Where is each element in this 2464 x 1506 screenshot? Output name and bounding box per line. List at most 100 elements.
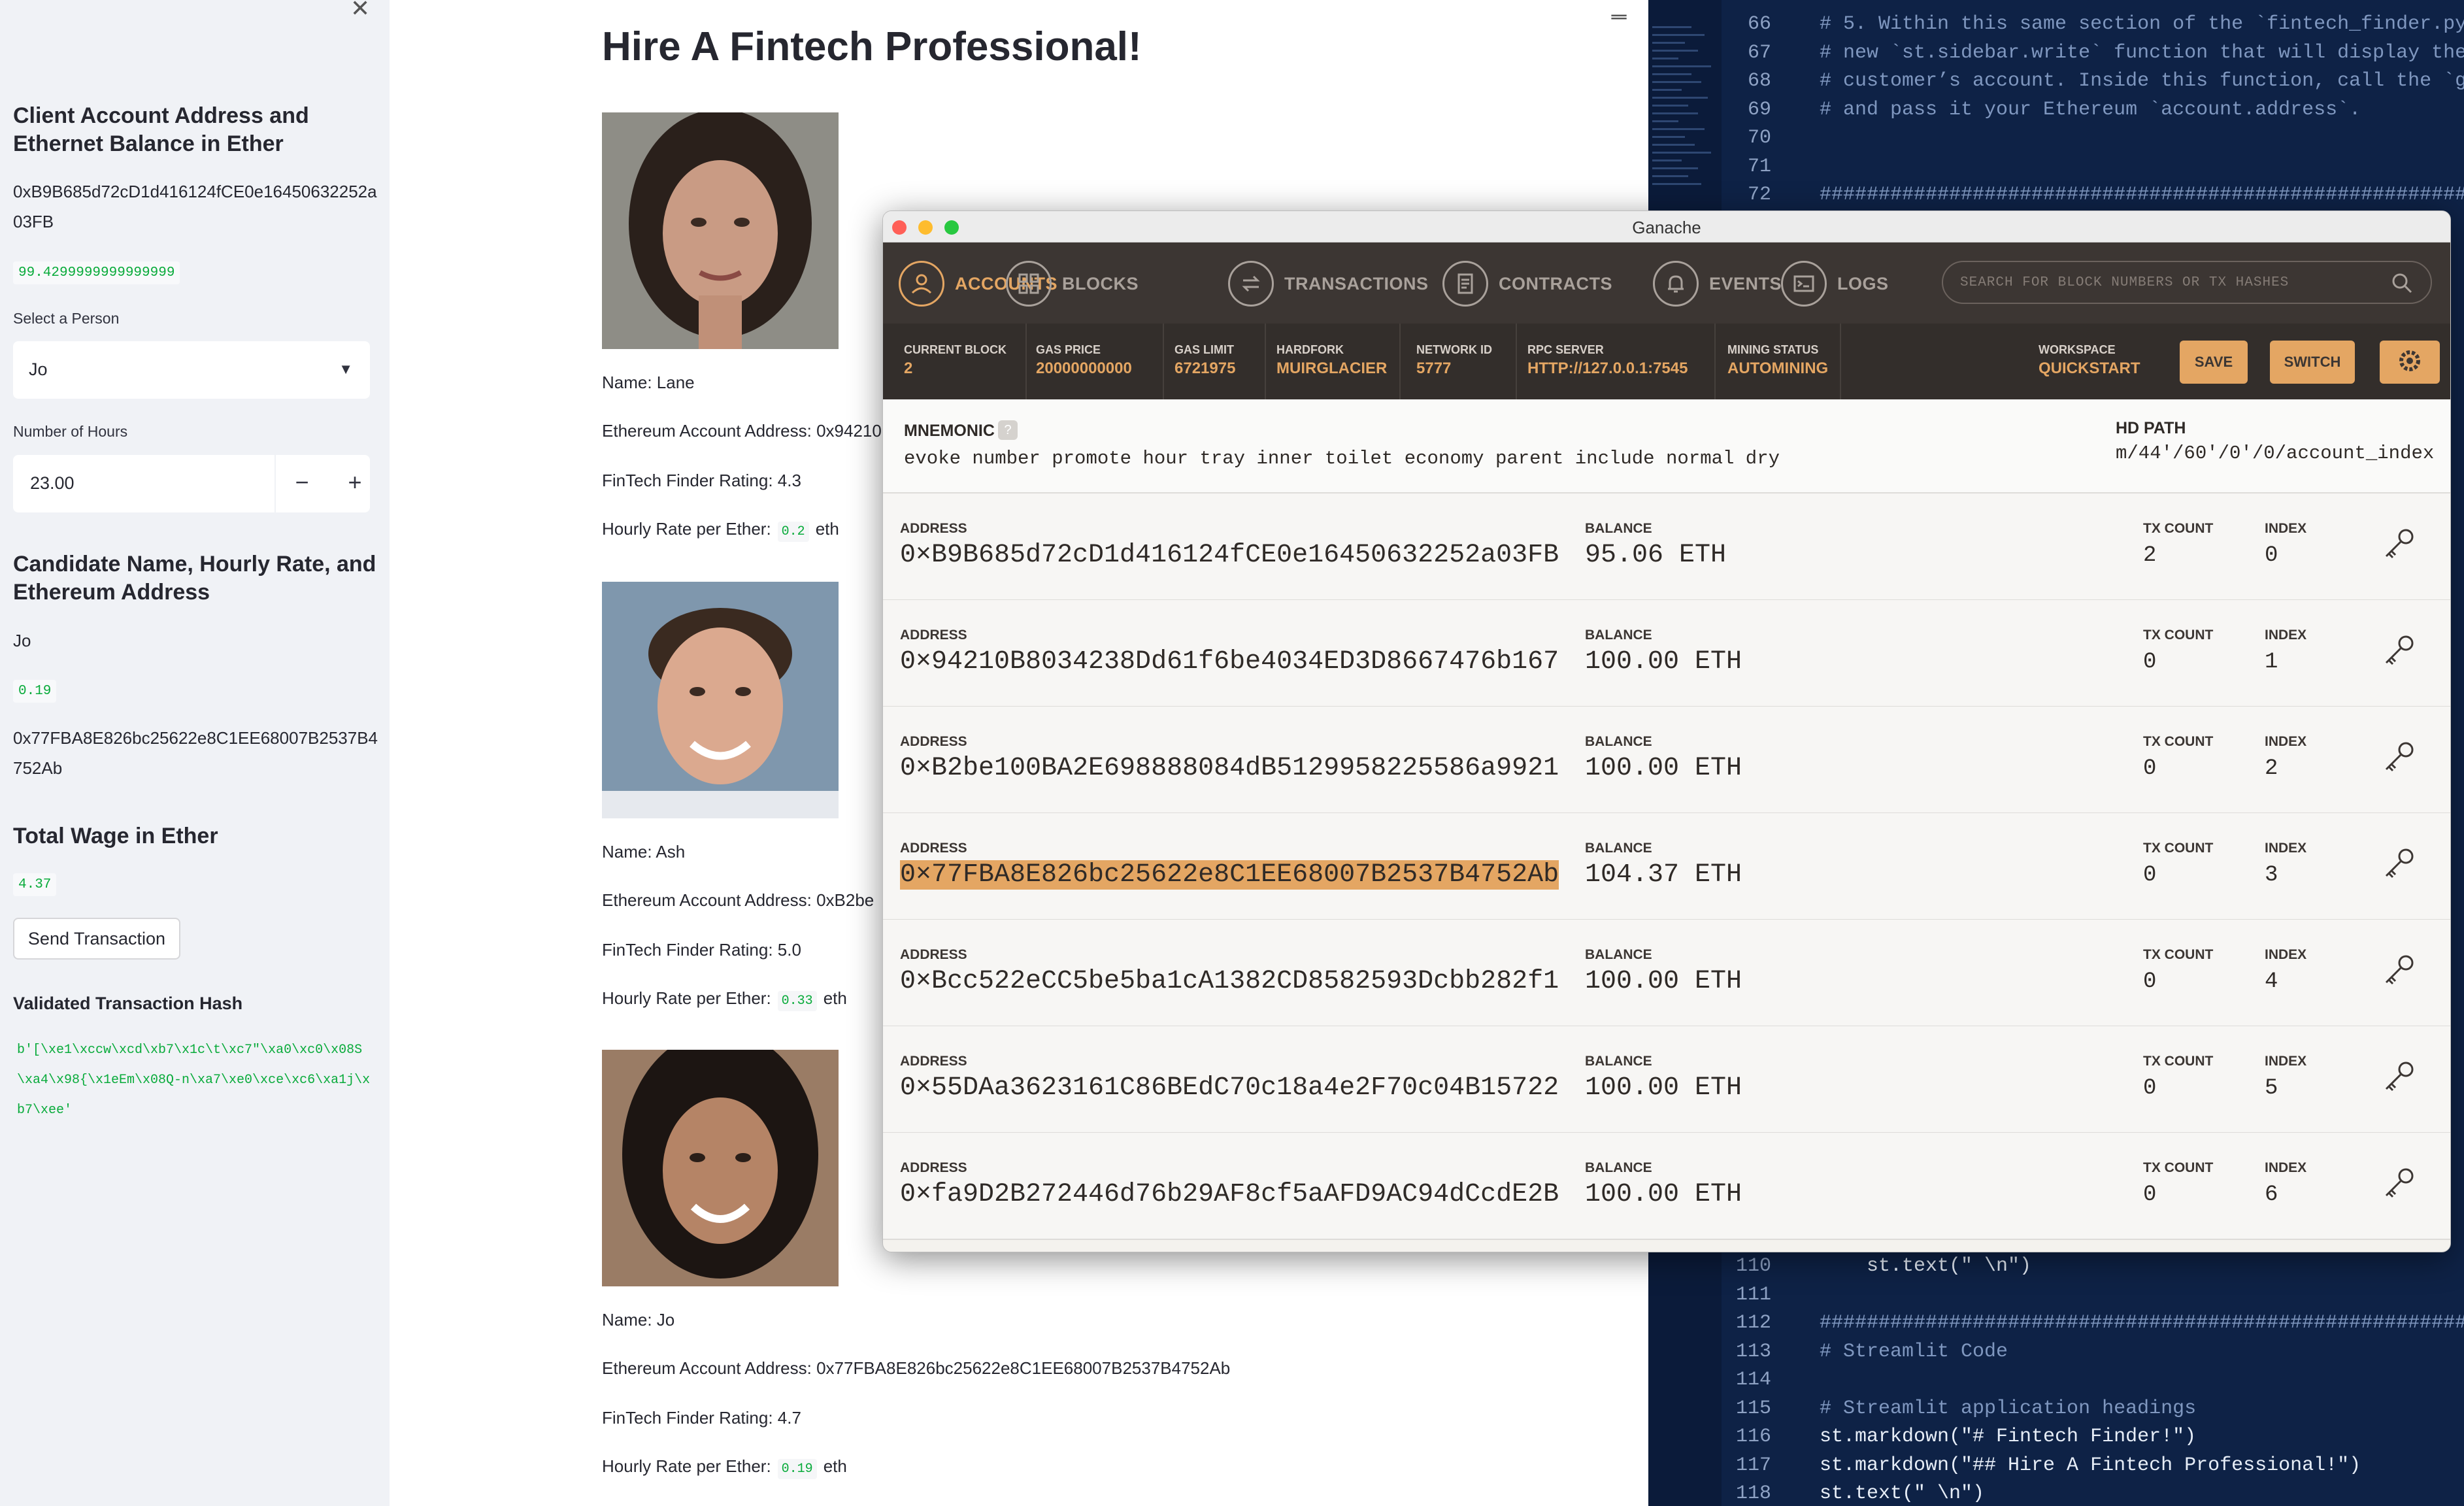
account-tx-count: 0 — [2143, 969, 2157, 994]
tx-count-label: TX COUNT — [2143, 734, 2214, 749]
candidate-rate-row-jo: Hourly Rate per Ether: 0.19 eth — [602, 1456, 847, 1479]
client-address: 0xB9B685d72cD1d416124fCE0e16450632252a03… — [13, 182, 377, 231]
rate-unit: eth — [823, 988, 847, 1008]
key-icon[interactable] — [2380, 739, 2416, 779]
candidate-name-jo: Name: Jo — [602, 1310, 675, 1330]
blocks-icon — [1006, 261, 1052, 307]
line-number: 70 — [1747, 127, 1771, 149]
code-line[interactable]: ########################################… — [1820, 184, 2464, 206]
candidate-rate-row-ash: Hourly Rate per Ether: 0.33 eth — [602, 988, 847, 1011]
search-icon[interactable] — [2389, 270, 2415, 299]
account-address[interactable]: 0×B2be100BA2E698888084dB5129958225586a99… — [900, 754, 1559, 783]
tab-logs[interactable]: LOGS — [1781, 261, 1889, 307]
logs-icon — [1781, 261, 1827, 307]
account-row[interactable]: ADDRESS 0×fa9D2B272446d76b29AF8cf5aAFD9AC… — [883, 1133, 2450, 1240]
stat-value: 5777 — [1416, 360, 1452, 377]
account-index: 1 — [2265, 650, 2278, 675]
key-icon[interactable] — [2380, 1165, 2416, 1205]
account-address[interactable]: 0×55DAa3623161C86BEdC70c18a4e2F70c04B157… — [900, 1073, 1559, 1103]
code-line[interactable]: st.text(" \n") — [1820, 1255, 2031, 1277]
select-label: Select a Person — [13, 310, 120, 327]
mnemonic-label: MNEMONIC — [904, 422, 995, 440]
account-row[interactable]: ADDRESS 0×55DAa3623161C86BEdC70c18a4e2F70… — [883, 1026, 2450, 1133]
account-balance: 100.00 ETH — [1585, 967, 1742, 996]
account-row[interactable]: ADDRESS 0×Bcc522eCC5be5ba1cA1382CD8582593… — [883, 920, 2450, 1027]
balance-label: BALANCE — [1585, 1160, 1652, 1175]
save-button[interactable]: SAVE — [2180, 341, 2248, 384]
account-row[interactable]: ADDRESS 0×B9B685d72cD1d416124fCE0e1645063… — [883, 494, 2450, 601]
settings-button[interactable] — [2380, 341, 2440, 384]
account-address[interactable]: 0×B9B685d72cD1d416124fCE0e16450632252a03… — [900, 541, 1559, 570]
candidate-heading: Candidate Name, Hourly Rate, and Ethereu… — [13, 552, 376, 605]
send-transaction-button[interactable]: Send Transaction — [13, 918, 180, 960]
line-number: 69 — [1747, 98, 1771, 121]
balance-label: BALANCE — [1585, 841, 1652, 856]
code-line[interactable]: # Streamlit application headings — [1820, 1397, 2196, 1420]
switch-button[interactable]: SWITCH — [2270, 341, 2355, 384]
tab-transactions[interactable]: TRANSACTIONS — [1228, 261, 1429, 307]
tab-blocks[interactable]: BLOCKS — [1006, 261, 1139, 307]
candidate-photo-jo — [602, 1050, 839, 1286]
account-address[interactable]: 0×Bcc522eCC5be5ba1cA1382CD8582593Dcbb282… — [900, 967, 1559, 996]
stat-network-id: NETWORK ID 5777 — [1416, 343, 1492, 378]
key-icon[interactable] — [2380, 846, 2416, 886]
line-number: 72 — [1747, 184, 1771, 206]
person-select[interactable]: Jo ▼ — [13, 341, 370, 399]
menu-icon[interactable]: ‗ — [1612, 0, 1626, 20]
stat-current-block: CURRENT BLOCK 2 — [904, 343, 1007, 378]
key-icon[interactable] — [2380, 526, 2416, 566]
hours-input[interactable]: 23.00 − + — [13, 455, 370, 512]
key-icon[interactable] — [2380, 1059, 2416, 1099]
line-number: 114 — [1735, 1369, 1771, 1391]
candidate-rating-jo: FinTech Finder Rating: 4.7 — [602, 1408, 801, 1428]
chevron-down-icon: ▼ — [339, 361, 353, 377]
line-number: 110 — [1735, 1255, 1771, 1277]
code-line[interactable]: # new `st.sidebar.write` function that w… — [1820, 42, 2464, 64]
decrement-button[interactable]: − — [275, 455, 328, 512]
wage-heading: Total Wage in Ether — [13, 824, 218, 848]
code-line[interactable]: st.text(" \n") — [1820, 1482, 1984, 1505]
rate-label: Hourly Rate per Ether: — [602, 1456, 771, 1476]
hd-path-value: m/44'/60'/0'/0/account_index — [2116, 443, 2435, 464]
code-line[interactable]: ########################################… — [1820, 1312, 2464, 1334]
candidate-name: Jo — [13, 631, 31, 650]
hd-path-label: HD PATH — [2116, 419, 2186, 437]
account-tx-count: 0 — [2143, 650, 2157, 675]
rate-unit: eth — [815, 519, 839, 539]
stat-gas-price: GAS PRICE 20000000000 — [1036, 343, 1132, 378]
help-icon[interactable]: ? — [998, 420, 1018, 440]
stat-label: CURRENT BLOCK — [904, 343, 1007, 356]
candidate-address-jo: Ethereum Account Address: 0x77FBA8E826bc… — [602, 1358, 1231, 1378]
tab-events-label: EVENTS — [1709, 273, 1782, 293]
code-line[interactable]: # Streamlit Code — [1820, 1341, 2008, 1363]
account-address[interactable]: 0×94210B8034238Dd61f6be4034ED3D8667476b1… — [900, 647, 1559, 677]
code-line[interactable]: # customer’s account. Inside this functi… — [1820, 70, 2464, 92]
code-line[interactable]: st.markdown("## Hire A Fintech Professio… — [1820, 1454, 2361, 1477]
stat-workspace: WORKSPACE QUICKSTART — [2039, 343, 2140, 378]
code-line[interactable]: # and pass it your Ethereum `account.add… — [1820, 99, 2361, 121]
code-line[interactable]: st.markdown("# Fintech Finder!") — [1820, 1426, 2196, 1448]
account-address[interactable]: 0×fa9D2B272446d76b29AF8cf5aAFD9AC94dCcdE… — [900, 1180, 1559, 1209]
account-address[interactable]: 0×77FBA8E826bc25622e8C1EE68007B2537B4752… — [900, 860, 1559, 890]
increment-button[interactable]: + — [328, 455, 382, 512]
index-label: INDEX — [2265, 628, 2307, 643]
key-icon[interactable] — [2380, 633, 2416, 673]
mnemonic-phrase: evoke number promote hour tray inner toi… — [904, 448, 1780, 469]
account-row[interactable]: ADDRESS 0×77FBA8E826bc25622e8C1EE68007B25… — [883, 813, 2450, 920]
balance-label: BALANCE — [1585, 734, 1652, 749]
ganache-nav: ACCOUNTS BLOCKS TRANSACTIONS CONTRACTS E… — [883, 243, 2450, 324]
balance-label: BALANCE — [1585, 1054, 1652, 1069]
index-label: INDEX — [2265, 1054, 2307, 1069]
account-row[interactable]: ADDRESS 0×94210B8034238Dd61f6be4034ED3D86… — [883, 600, 2450, 707]
stat-hardfork: HARDFORK MUIRGLACIER — [1276, 343, 1387, 378]
account-row[interactable]: ADDRESS 0×B2be100BA2E698888084dB512995822… — [883, 707, 2450, 814]
code-line[interactable]: # 5. Within this same section of the `fi… — [1820, 13, 2464, 35]
tab-events[interactable]: EVENTS — [1653, 261, 1782, 307]
search-input[interactable]: SEARCH FOR BLOCK NUMBERS OR TX HASHES — [1942, 261, 2432, 304]
tab-contracts[interactable]: CONTRACTS — [1442, 261, 1612, 307]
account-tx-count: 0 — [2143, 756, 2157, 781]
account-tx-count: 2 — [2143, 543, 2157, 568]
index-label: INDEX — [2265, 734, 2307, 749]
close-icon[interactable]: ✕ — [350, 0, 370, 22]
key-icon[interactable] — [2380, 952, 2416, 992]
